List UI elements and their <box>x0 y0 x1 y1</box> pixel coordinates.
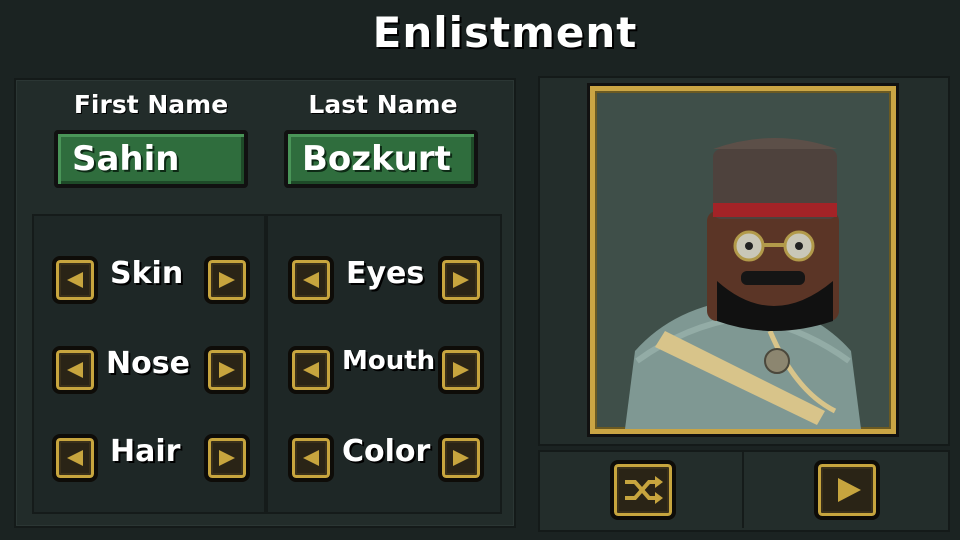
action-bar <box>538 450 950 532</box>
hair-next-button[interactable] <box>204 434 250 482</box>
nose-label: Nose <box>106 346 190 381</box>
hair-label: Hair <box>110 434 181 469</box>
play-icon <box>838 478 861 502</box>
eyes-prev-button[interactable] <box>288 256 334 304</box>
randomize-button[interactable] <box>610 460 676 520</box>
right-arrow-icon <box>219 450 235 466</box>
right-arrow-icon <box>453 272 469 288</box>
color-prev-button[interactable] <box>288 434 334 482</box>
character-form-panel: First Name Last Name Sahin Bozkurt Skin … <box>14 78 516 528</box>
mouth-next-button[interactable] <box>438 346 484 394</box>
screen-title: Enlistment <box>372 8 638 57</box>
right-arrow-icon <box>219 362 235 378</box>
last-name-field[interactable]: Bozkurt <box>284 130 478 188</box>
skin-prev-button[interactable] <box>52 256 98 304</box>
right-arrow-icon <box>453 450 469 466</box>
left-arrow-icon <box>303 362 319 378</box>
color-label: Color <box>342 434 431 469</box>
left-arrow-icon <box>303 272 319 288</box>
mouth-label: Mouth <box>342 346 436 376</box>
first-name-label: First Name <box>73 90 229 119</box>
first-name-field[interactable]: Sahin <box>54 130 248 188</box>
character-portrait <box>590 86 896 434</box>
eyes-next-button[interactable] <box>438 256 484 304</box>
last-name-label: Last Name <box>308 90 458 119</box>
hair-prev-button[interactable] <box>52 434 98 482</box>
color-next-button[interactable] <box>438 434 484 482</box>
confirm-button[interactable] <box>814 460 880 520</box>
nose-prev-button[interactable] <box>52 346 98 394</box>
left-arrow-icon <box>67 272 83 288</box>
skin-label: Skin <box>110 256 184 291</box>
shuffle-icon <box>625 476 663 504</box>
right-arrow-icon <box>453 362 469 378</box>
action-bar-divider <box>742 452 744 528</box>
eyes-label: Eyes <box>346 256 425 291</box>
left-arrow-icon <box>67 450 83 466</box>
left-arrow-icon <box>67 362 83 378</box>
nose-next-button[interactable] <box>204 346 250 394</box>
right-arrow-icon <box>219 272 235 288</box>
soldier-portrait-image <box>625 138 861 429</box>
skin-next-button[interactable] <box>204 256 250 304</box>
mouth-prev-button[interactable] <box>288 346 334 394</box>
left-arrow-icon <box>303 450 319 466</box>
